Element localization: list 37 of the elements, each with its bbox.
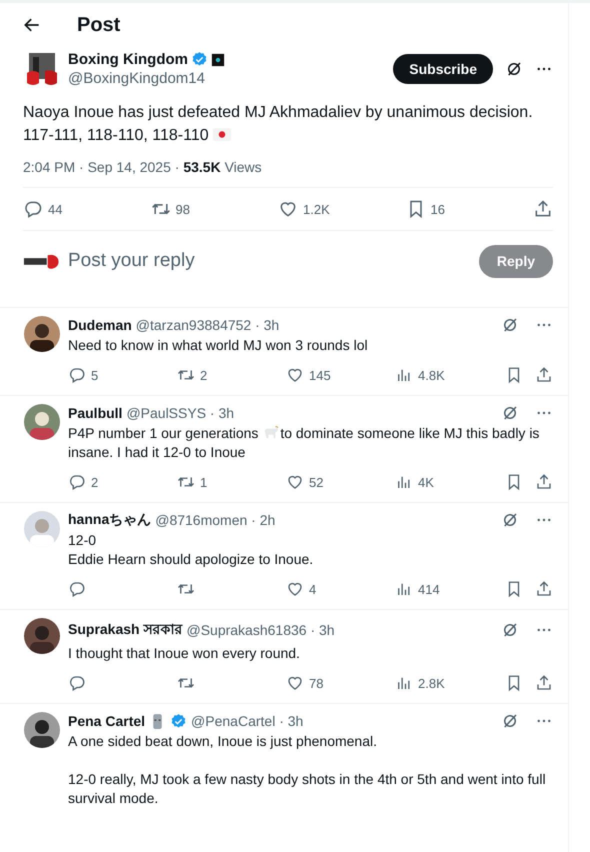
action-count: 414 [418,582,440,596]
action-count: 44 [48,202,62,216]
action-count: 16 [430,202,445,216]
reply-text: P4P number 1 our generations to dominate someone like MJ this badly is insane. I had it 12-0 to Inoue [68,424,540,462]
author-name[interactable]: Boxing Kingdom [68,51,188,68]
action-count: 78 [309,676,324,690]
action-count: 52 [309,474,324,490]
action-count: 4K [418,474,434,490]
subscribe-button[interactable]: Subscribe [393,54,493,84]
author-handle[interactable]: @PaulSSYS · 3h [126,405,497,421]
post-text: Naoya Inoue has just defeated MJ Akhmadaliev by unanimous decision. 117-111, 118-110, 118-110 [23,103,534,146]
action-count: 1.2K [303,202,330,216]
action-count: 1 [200,474,208,490]
action-count: 98 [176,202,190,216]
reply-text: 12-0 Eddie Hearn should apologize to Inoue. [68,531,314,569]
action-count: 4 [309,582,316,596]
post-timestamp: 2:04 PM · Sep 14, 2025 · 53.5K Views [23,159,553,188]
author-name[interactable]: hannaちゃん [68,511,152,529]
author-handle[interactable]: @BoxingKingdom14 [68,70,394,87]
author-name[interactable]: Suprakash সরকার [68,618,182,642]
author-handle[interactable]: @8716momen · 2h [155,512,497,528]
reply-text: I thought that Inoue won every round. [68,644,301,663]
page-title: Post [77,14,120,36]
action-count: 5 [91,368,98,382]
author-handle[interactable]: @PenaCartel · 3h [191,713,497,729]
author-handle[interactable]: @Suprakash61836 · 3h [186,622,497,638]
action-count: 2 [200,368,208,382]
reply-text: Need to know in what world MJ won 3 rounds lol [68,336,369,355]
action-count: 4.8K [418,368,445,382]
author-name[interactable]: Pena Cartel [68,713,146,729]
author-name[interactable]: Dudeman [68,317,132,333]
reply-text: A one sided beat down, Inoue is just phenomenal. 12-0 really, MJ took a few nasty body shots in the 4th or 5th and went into full survival mode. [68,732,547,808]
action-count: 145 [309,368,331,382]
action-count: 2.8K [418,676,445,690]
author-handle[interactable]: @tarzan93884752 · 3h [136,317,497,333]
author-name[interactable]: Paulbull [68,405,122,421]
action-count: 2 [91,474,98,490]
